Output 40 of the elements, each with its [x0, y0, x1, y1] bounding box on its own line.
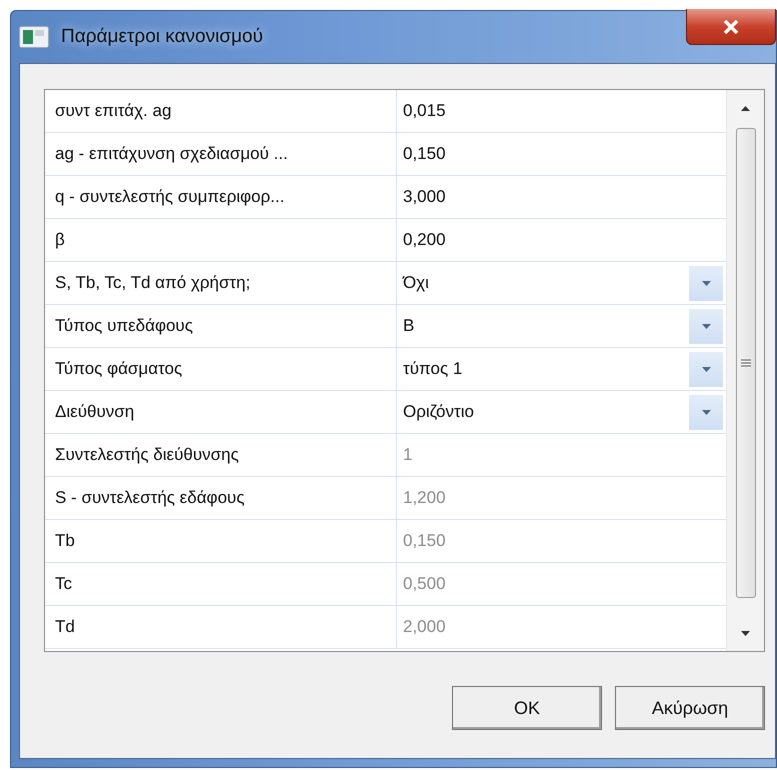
property-label: Συντελεστής διεύθυνσης [45, 434, 397, 476]
property-label: συντ επιτάχ. ag [45, 90, 397, 132]
caret-icon [702, 324, 710, 328]
property-value[interactable]: τύπος 1 [403, 359, 462, 379]
caret-icon [702, 366, 710, 372]
property-label: S, Tb, Tc, Td από χρήστη; [45, 262, 397, 304]
up-arrow-icon [741, 106, 750, 110]
property-label: β [45, 219, 397, 261]
dropdown-button[interactable] [689, 394, 723, 430]
property-value[interactable]: 0,150 [403, 144, 446, 164]
property-label: S - συντελεστής εδάφους [45, 477, 397, 519]
property-value[interactable]: 3,000 [403, 187, 446, 207]
grip-icon [740, 359, 750, 367]
scroll-thumb[interactable] [736, 128, 756, 598]
property-label: Tb [45, 520, 397, 562]
property-label: Τύπος υπεδάφους [45, 305, 397, 347]
property-label: Tc [45, 563, 397, 605]
dropdown-button[interactable] [689, 308, 723, 344]
property-label: Διεύθυνση [45, 391, 397, 433]
cancel-button[interactable]: Ακύρωση [615, 686, 765, 730]
window-title: Παράμετροι κανονισμού [61, 26, 263, 48]
down-arrow-icon [741, 630, 750, 636]
caret-icon [702, 410, 710, 414]
property-value[interactable]: Οριζόντιο [403, 402, 474, 422]
scrollbar[interactable] [726, 90, 764, 651]
close-icon [723, 20, 739, 34]
ok-button[interactable]: OK [452, 686, 602, 730]
close-button[interactable] [686, 9, 776, 45]
property-value[interactable]: 0,200 [403, 230, 446, 250]
property-label: Τύπος φάσματος [45, 348, 397, 390]
caret-icon [702, 280, 710, 286]
property-label: ag - επιτάχυνση σχεδιασμού ... [45, 133, 397, 175]
property-value[interactable]: Όχι [403, 273, 429, 293]
property-label: q - συντελεστής συμπεριφορ... [45, 176, 397, 218]
dropdown-button[interactable] [689, 352, 723, 386]
dropdown-button[interactable] [689, 266, 723, 300]
property-label: Td [45, 606, 397, 648]
app-icon [19, 26, 49, 48]
property-value[interactable]: B [403, 316, 414, 336]
property-value[interactable]: 0,015 [403, 101, 446, 121]
